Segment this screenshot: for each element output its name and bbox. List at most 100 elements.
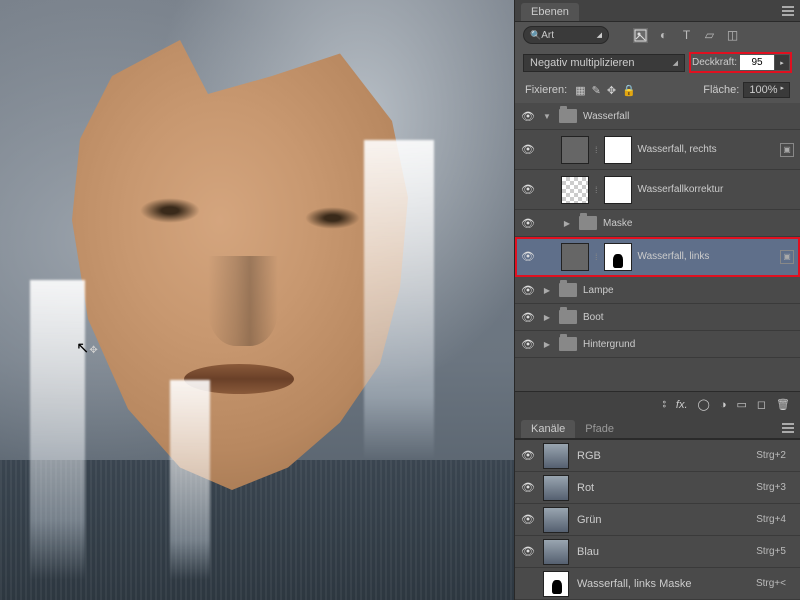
layer-type-filter[interactable]: 🔍 Art ◢	[523, 26, 609, 44]
panel-menu-icon[interactable]	[782, 423, 794, 433]
tab-paths[interactable]: Pfade	[575, 420, 624, 438]
visibility-icon[interactable]: 👁	[521, 481, 535, 494]
tab-channels[interactable]: Kanäle	[521, 420, 575, 438]
link-icon[interactable]: ⁞	[595, 185, 598, 195]
layer-name[interactable]: Boot	[583, 312, 794, 323]
layer-thumbnail[interactable]	[561, 176, 589, 204]
visibility-icon[interactable]: 👁	[521, 110, 535, 123]
channel-name: RGB	[577, 450, 601, 462]
panel-menu-icon[interactable]	[782, 6, 794, 16]
mask-icon[interactable]: ◯	[698, 398, 710, 411]
folder-icon	[579, 216, 597, 230]
blend-mode-select[interactable]: Negativ multiplizieren ◢	[523, 54, 685, 72]
filter-smart-icon[interactable]: ◫	[725, 28, 740, 43]
visibility-icon[interactable]: 👁	[521, 183, 535, 196]
folder-icon	[559, 337, 577, 351]
layer-name[interactable]: Hintergrund	[583, 339, 794, 350]
new-layer-icon[interactable]: ◻	[757, 398, 766, 411]
channels-tab-header[interactable]: Kanäle Pfade	[515, 417, 800, 439]
layer-group-boot[interactable]: 👁 ▶ Boot	[515, 304, 800, 331]
opacity-label: Deckkraft:	[692, 57, 737, 68]
link-layers-icon[interactable]: ⦂	[663, 398, 666, 411]
filter-badge-icon[interactable]: ▣	[780, 143, 794, 157]
layer-wasserfallkorrektur[interactable]: 👁 ⁞ Wasserfallkorrektur	[515, 170, 800, 210]
panel-tab-header[interactable]: Ebenen	[515, 0, 800, 22]
link-icon[interactable]: ⁞	[595, 145, 598, 155]
opacity-control[interactable]: Deckkraft: 95 ▸	[689, 52, 792, 73]
link-icon[interactable]: ⁞	[595, 252, 598, 262]
trash-icon[interactable]: 🗑	[776, 398, 790, 411]
visibility-icon[interactable]: 👁	[521, 449, 535, 462]
filter-badge-icon[interactable]: ▣	[780, 250, 794, 264]
layer-list[interactable]: 👁 ▼ Wasserfall 👁 ⁞ Wasserfall, rechts ▣ …	[515, 103, 800, 391]
visibility-icon[interactable]: 👁	[521, 513, 535, 526]
channel-mask[interactable]: 👁 Wasserfall, links Maske Strg+<	[515, 568, 800, 600]
fx-icon[interactable]: fx.	[676, 399, 688, 411]
canvas-area[interactable]: ↖✥	[0, 0, 514, 600]
visibility-icon[interactable]: 👁	[521, 545, 535, 558]
disclosure-icon[interactable]: ▶	[541, 313, 553, 322]
visibility-icon[interactable]: 👁	[521, 284, 535, 297]
layer-name[interactable]: Wasserfall, rechts	[638, 144, 774, 155]
layer-group-hintergrund[interactable]: 👁 ▶ Hintergrund	[515, 331, 800, 358]
layer-name[interactable]: Wasserfallkorrektur	[638, 184, 794, 195]
layer-footer: ⦂ fx. ◯ ◑ ▭ ◻ 🗑	[515, 391, 800, 417]
channel-shortcut: Strg+<	[756, 578, 794, 589]
mask-thumbnail[interactable]	[604, 243, 632, 271]
visibility-icon[interactable]: 👁	[521, 311, 535, 324]
blend-mode-value: Negativ multiplizieren	[530, 57, 635, 69]
adjustment-icon[interactable]: ◑	[720, 399, 727, 411]
visibility-icon[interactable]: 👁	[521, 143, 535, 156]
channel-gruen[interactable]: 👁 Grün Strg+4	[515, 504, 800, 536]
channel-name: Blau	[577, 546, 599, 558]
channel-thumbnail	[543, 571, 569, 597]
channel-blau[interactable]: 👁 Blau Strg+5	[515, 536, 800, 568]
lock-label: Fixieren:	[525, 84, 567, 96]
fill-input[interactable]: 100% ▸	[743, 82, 790, 98]
chevron-down-icon: ◢	[673, 59, 678, 67]
channel-shortcut: Strg+2	[756, 450, 794, 461]
tab-layers[interactable]: Ebenen	[521, 3, 579, 21]
chevron-icon: ◢	[597, 31, 602, 39]
channel-rot[interactable]: 👁 Rot Strg+3	[515, 472, 800, 504]
disclosure-icon[interactable]: ▶	[561, 219, 573, 228]
layer-thumbnail[interactable]	[561, 136, 589, 164]
layer-name[interactable]: Wasserfall, links	[638, 251, 774, 262]
visibility-icon[interactable]: 👁	[521, 250, 535, 263]
filter-type-icon[interactable]: T	[679, 28, 694, 43]
layer-wasserfall-rechts[interactable]: 👁 ⁞ Wasserfall, rechts ▣	[515, 130, 800, 170]
layer-name[interactable]: Wasserfall	[583, 111, 794, 122]
layer-group-wasserfall[interactable]: 👁 ▼ Wasserfall	[515, 103, 800, 130]
lock-all-icon[interactable]: 🔒	[622, 84, 636, 97]
layer-group-lampe[interactable]: 👁 ▶ Lampe	[515, 277, 800, 304]
lock-paint-icon[interactable]: ✎	[592, 84, 601, 97]
search-icon: 🔍	[530, 30, 541, 41]
layer-wasserfall-links[interactable]: 👁 ⁞ Wasserfall, links ▣	[515, 237, 800, 277]
layer-name[interactable]: Lampe	[583, 285, 794, 296]
layer-thumbnail[interactable]	[561, 243, 589, 271]
mask-thumbnail[interactable]	[604, 176, 632, 204]
visibility-icon[interactable]: 👁	[521, 338, 535, 351]
group-icon[interactable]: ▭	[736, 398, 746, 411]
opacity-input[interactable]: 95	[740, 55, 774, 70]
lock-position-icon[interactable]: ✥	[607, 84, 616, 97]
filter-label: Art	[541, 30, 596, 41]
filter-pixel-icon[interactable]	[633, 28, 648, 43]
mask-thumbnail[interactable]	[604, 136, 632, 164]
visibility-icon[interactable]: 👁	[521, 217, 535, 230]
waterfall-left	[30, 280, 85, 580]
layer-name[interactable]: Maske	[603, 218, 794, 229]
disclosure-icon[interactable]: ▶	[541, 340, 553, 349]
channel-name: Rot	[577, 482, 594, 494]
filter-adjust-icon[interactable]: ◐	[656, 28, 671, 43]
channel-thumbnail	[543, 539, 569, 565]
opacity-arrow-icon[interactable]: ▸	[775, 55, 789, 70]
chevron-down-icon: ▸	[780, 84, 784, 96]
disclosure-icon[interactable]: ▶	[541, 286, 553, 295]
channel-rgb[interactable]: 👁 RGB Strg+2	[515, 440, 800, 472]
layer-group-maske[interactable]: 👁 ▶ Maske	[515, 210, 800, 237]
filter-shape-icon[interactable]: ▱	[702, 28, 717, 43]
lock-transparency-icon[interactable]: ▦	[575, 84, 585, 97]
disclosure-icon[interactable]: ▼	[541, 112, 553, 121]
channel-list[interactable]: 👁 RGB Strg+2 👁 Rot Strg+3 👁 Grün Strg+4 …	[515, 439, 800, 600]
